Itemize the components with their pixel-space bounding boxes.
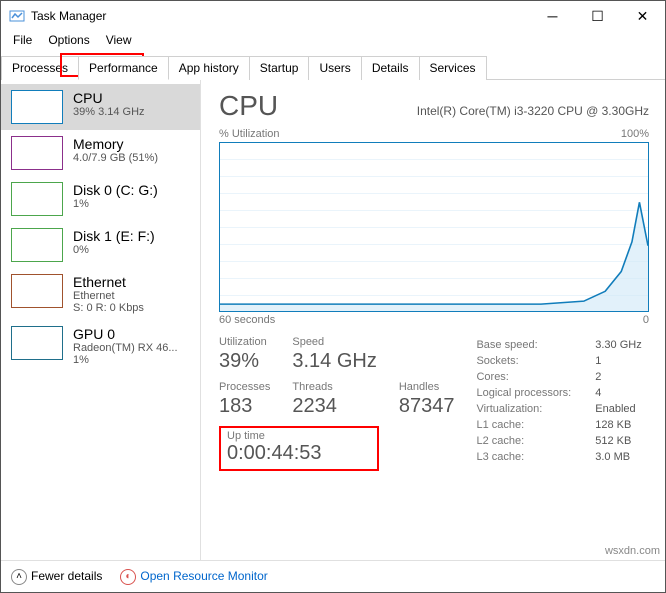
threads-value: 2234 [292, 395, 376, 418]
tab-app-history[interactable]: App history [168, 56, 250, 80]
sidebar-stat: Radeon(TM) RX 46... 1% [73, 342, 178, 366]
tab-performance[interactable]: Performance [78, 56, 169, 80]
open-resource-monitor-link[interactable]: ◐ Open Resource Monitor [120, 569, 267, 585]
l2-label: L2 cache: [476, 434, 593, 448]
sockets-value: 1 [595, 354, 641, 368]
cpu-specs: Base speed:3.30 GHz Sockets:1 Cores:2 Lo… [474, 336, 643, 471]
cpu-description: Intel(R) Core(TM) i3-3220 CPU @ 3.30GHz [417, 104, 649, 118]
cores-label: Cores: [476, 370, 593, 384]
utilization-chart [219, 142, 649, 312]
chart-xmin: 0 [643, 314, 649, 326]
fewer-details-label: Fewer details [31, 569, 102, 583]
sidebar-stat: Ethernet S: 0 R: 0 Kbps [73, 290, 144, 314]
basespeed-label: Base speed: [476, 338, 593, 352]
sidebar-label: Memory [73, 136, 158, 152]
utilization-value: 39% [219, 350, 270, 373]
logical-value: 4 [595, 386, 641, 400]
resource-monitor-label: Open Resource Monitor [140, 569, 267, 583]
watermark: wsxdn.com [605, 545, 660, 557]
processes-label: Processes [219, 381, 270, 393]
processes-value: 183 [219, 395, 270, 418]
uptime-label: Up time [227, 430, 371, 442]
virt-label: Virtualization: [476, 402, 593, 416]
sidebar-stat: 39% 3.14 GHz [73, 106, 145, 118]
tab-processes[interactable]: Processes [1, 56, 79, 80]
tab-details[interactable]: Details [361, 56, 420, 80]
fewer-details-button[interactable]: ˄ Fewer details [11, 569, 102, 585]
speed-value: 3.14 GHz [292, 350, 376, 373]
menu-view[interactable]: View [98, 31, 140, 51]
l1-value: 128 KB [595, 418, 641, 432]
cpu-thumb [11, 90, 63, 124]
chart-ylabel: % Utilization [219, 128, 280, 140]
tab-bar: Processes Performance App history Startu… [1, 51, 665, 80]
uptime-value: 0:00:44:53 [227, 442, 371, 465]
cores-value: 2 [595, 370, 641, 384]
speed-label: Speed [292, 336, 376, 348]
l3-value: 3.0 MB [595, 450, 641, 464]
disk0-thumb [11, 182, 63, 216]
main-pane: CPU Intel(R) Core(TM) i3-3220 CPU @ 3.30… [201, 80, 665, 560]
sidebar-label: Ethernet [73, 274, 144, 290]
sidebar-stat: 1% [73, 198, 158, 210]
threads-label: Threads [292, 381, 376, 393]
gpu-thumb [11, 326, 63, 360]
chart-ymax: 100% [621, 128, 649, 140]
sidebar-stat: 4.0/7.9 GB (51%) [73, 152, 158, 164]
sidebar-label: Disk 1 (E: F:) [73, 228, 155, 244]
maximize-button[interactable]: ☐ [575, 1, 620, 31]
l1-label: L1 cache: [476, 418, 593, 432]
disk1-thumb [11, 228, 63, 262]
sidebar-label: GPU 0 [73, 326, 178, 342]
menu-bar: File Options View [1, 31, 665, 51]
l3-label: L3 cache: [476, 450, 593, 464]
virt-value: Enabled [595, 402, 641, 416]
sidebar-item-disk0[interactable]: Disk 0 (C: G:) 1% [1, 176, 200, 222]
sidebar-item-memory[interactable]: Memory 4.0/7.9 GB (51%) [1, 130, 200, 176]
window-title: Task Manager [31, 9, 530, 23]
tab-users[interactable]: Users [308, 56, 361, 80]
handles-label: Handles [399, 381, 455, 393]
chevron-up-icon: ˄ [11, 569, 27, 585]
sockets-label: Sockets: [476, 354, 593, 368]
utilization-label: Utilization [219, 336, 270, 348]
chart-xmax: 60 seconds [219, 314, 275, 326]
sidebar-item-disk1[interactable]: Disk 1 (E: F:) 0% [1, 222, 200, 268]
minimize-button[interactable]: ─ [530, 1, 575, 31]
tab-startup[interactable]: Startup [249, 56, 310, 80]
handles-value: 87347 [399, 395, 455, 418]
menu-file[interactable]: File [5, 31, 40, 51]
monitor-icon: ◐ [120, 569, 136, 585]
task-manager-icon [9, 8, 25, 24]
page-title: CPU [219, 90, 278, 122]
sidebar-item-cpu[interactable]: CPU 39% 3.14 GHz [1, 84, 200, 130]
sidebar-item-gpu0[interactable]: GPU 0 Radeon(TM) RX 46... 1% [1, 320, 200, 372]
sidebar-item-ethernet[interactable]: Ethernet Ethernet S: 0 R: 0 Kbps [1, 268, 200, 320]
menu-options[interactable]: Options [40, 31, 97, 51]
ethernet-thumb [11, 274, 63, 308]
logical-label: Logical processors: [476, 386, 593, 400]
memory-thumb [11, 136, 63, 170]
sidebar-stat: 0% [73, 244, 155, 256]
close-button[interactable]: ✕ [620, 1, 665, 31]
sidebar: CPU 39% 3.14 GHz Memory 4.0/7.9 GB (51%)… [1, 80, 201, 560]
l2-value: 512 KB [595, 434, 641, 448]
tab-services[interactable]: Services [419, 56, 487, 80]
annotation-highlight-uptime: Up time 0:00:44:53 [219, 426, 379, 471]
sidebar-label: Disk 0 (C: G:) [73, 182, 158, 198]
sidebar-label: CPU [73, 90, 145, 106]
footer: ˄ Fewer details ◐ Open Resource Monitor [1, 560, 665, 592]
basespeed-value: 3.30 GHz [595, 338, 641, 352]
titlebar: Task Manager ─ ☐ ✕ [1, 1, 665, 31]
